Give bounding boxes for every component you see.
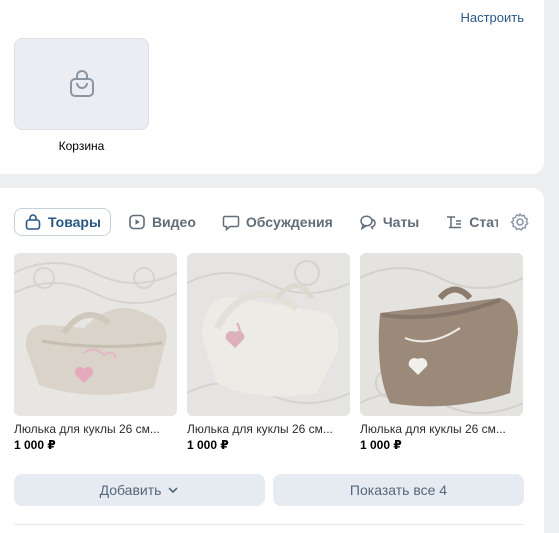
product-name[interactable]: Люлька для куклы 26 см... xyxy=(14,422,177,436)
tab-discussions[interactable]: Обсуждения xyxy=(213,208,342,236)
settings-link[interactable]: Настроить xyxy=(460,10,524,25)
chat-bubble-icon xyxy=(222,215,240,231)
add-button[interactable]: Добавить xyxy=(14,474,265,506)
tab-video[interactable]: Видео xyxy=(119,208,205,236)
show-all-button-label: Показать все 4 xyxy=(349,482,448,498)
tabs-row: Товары Видео Обсуждения Чаты Стат xyxy=(14,208,498,236)
product-name[interactable]: Люлька для куклы 26 см... xyxy=(360,422,523,436)
tab-goods[interactable]: Товары xyxy=(14,208,111,236)
product-price: 1 000 ₽ xyxy=(187,438,229,452)
product-price: 1 000 ₽ xyxy=(360,438,402,452)
tab-discussions-label: Обсуждения xyxy=(245,214,333,230)
gear-icon[interactable] xyxy=(510,212,530,232)
cart-label: Корзина xyxy=(58,139,105,153)
add-button-label: Добавить xyxy=(99,482,162,498)
section-tabs: Товары Видео Обсуждения Чаты Стат xyxy=(14,208,530,236)
product-name[interactable]: Люлька для куклы 26 см... xyxy=(187,422,350,436)
bag-icon xyxy=(25,214,41,230)
albums-card: Настроить Корзина xyxy=(0,0,544,174)
product-image[interactable] xyxy=(14,253,177,416)
article-icon xyxy=(447,216,462,229)
tab-articles[interactable]: Статьи xyxy=(436,208,498,236)
product-card[interactable]: Люлька для куклы 26 см... 1 000 ₽ xyxy=(187,253,350,452)
tab-chats[interactable]: Чаты xyxy=(350,208,428,236)
video-icon xyxy=(129,214,145,230)
product-image[interactable] xyxy=(360,253,523,416)
shopping-bag-icon xyxy=(69,70,94,97)
tab-goods-label: Товары xyxy=(48,214,101,230)
product-card[interactable]: Люлька для куклы 26 см... 1 000 ₽ xyxy=(14,253,177,452)
product-grid: Люлька для куклы 26 см... 1 000 ₽ Люлька… xyxy=(14,253,523,452)
chats-icon xyxy=(360,215,376,231)
tab-video-label: Видео xyxy=(151,214,196,230)
show-all-button[interactable]: Показать все 4 xyxy=(273,474,524,506)
product-price: 1 000 ₽ xyxy=(14,438,56,452)
product-image[interactable] xyxy=(187,253,350,416)
tab-articles-label: Статьи xyxy=(469,214,498,230)
chevron-down-icon xyxy=(169,487,178,493)
tab-chats-label: Чаты xyxy=(382,214,420,230)
cart-tile[interactable] xyxy=(14,38,149,130)
divider xyxy=(14,524,524,525)
product-card[interactable]: Люлька для куклы 26 см... 1 000 ₽ xyxy=(360,253,523,452)
